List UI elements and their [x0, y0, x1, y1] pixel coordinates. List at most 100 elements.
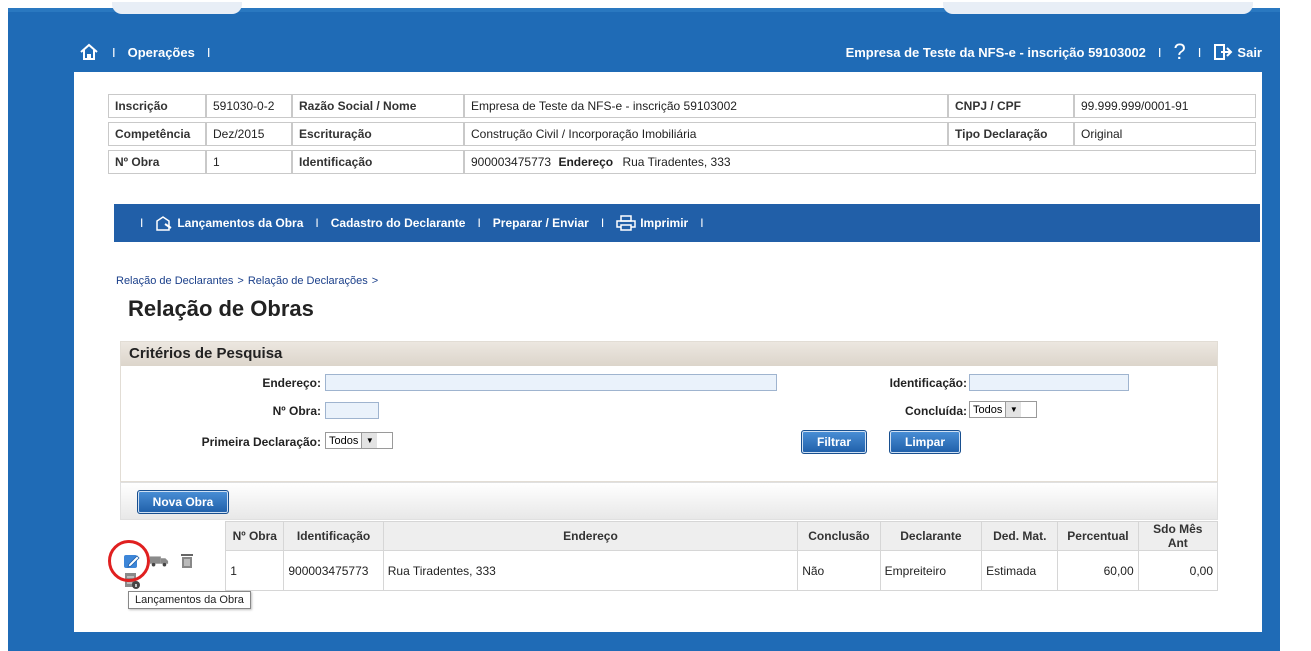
- info-label: CNPJ / CPF: [948, 94, 1074, 118]
- printer-icon: [616, 215, 636, 231]
- info-value: Empresa de Teste da NFS-e - inscrição 59…: [464, 94, 948, 118]
- truck-icon[interactable]: [149, 551, 169, 571]
- filtrar-button[interactable]: Filtrar: [801, 430, 867, 454]
- column-header[interactable]: Percentual: [1057, 521, 1139, 551]
- obras-table: Nº Obra Identificação Endereço Conclusão…: [120, 521, 1219, 591]
- cell-endereco: Rua Tiradentes, 333: [382, 550, 799, 591]
- secondary-navbar: I Lançamentos da Obra I Cadastro do Decl…: [114, 204, 1260, 242]
- edit-pencil-icon[interactable]: [122, 551, 142, 571]
- logout-link[interactable]: Sair: [1237, 45, 1262, 60]
- preparar-nav[interactable]: Preparar / Enviar: [493, 216, 589, 230]
- chevron-down-icon: ▼: [361, 433, 378, 448]
- cell-declarante: Empreiteiro: [879, 550, 983, 591]
- nav-separator: I: [1197, 44, 1202, 60]
- criteria-title: Critérios de Pesquisa: [121, 342, 1217, 366]
- search-criteria-panel: Critérios de Pesquisa Endereço: Identifi…: [120, 341, 1218, 482]
- row-actions: [120, 550, 226, 591]
- cell-identificacao: 900003475773: [283, 550, 384, 591]
- top-navbar: I Operações I Empresa de Teste da NFS-e …: [8, 32, 1280, 72]
- breadcrumb-separator: >: [371, 275, 379, 287]
- nav-separator: I: [477, 216, 481, 230]
- info-value: 900003475773 Endereço Rua Tiradentes, 33…: [464, 150, 1256, 174]
- cell-ded-mat: Estimada: [981, 550, 1059, 591]
- limpar-button[interactable]: Limpar: [889, 430, 961, 454]
- operacoes-menu[interactable]: Operações: [128, 45, 195, 60]
- logo-fragment-right: [943, 2, 1253, 14]
- endereco-input[interactable]: [325, 374, 777, 391]
- info-value: 1: [206, 150, 292, 174]
- company-name: Empresa de Teste da NFS-e - inscrição 59…: [845, 44, 1146, 60]
- nova-obra-button[interactable]: Nova Obra: [137, 490, 229, 514]
- user-area: Empresa de Teste da NFS-e - inscrição 59…: [846, 39, 1262, 65]
- identificacao-label: Identificação:: [889, 376, 967, 390]
- trash-icon[interactable]: [177, 551, 197, 571]
- cell-sdo-mes-ant: 0,00: [1137, 550, 1219, 591]
- concluida-select[interactable]: Todos ▼: [969, 401, 1037, 418]
- info-row: Nº Obra 1 Identificação 900003475773 End…: [108, 150, 1256, 174]
- tooltip: Lançamentos da Obra: [128, 591, 251, 609]
- nobra-input[interactable]: [325, 402, 379, 419]
- info-label: Razão Social / Nome: [292, 94, 464, 118]
- concluida-selected: Todos: [973, 403, 1003, 416]
- company-info-table: Inscrição 591030-0-2 Razão Social / Nome…: [108, 90, 1256, 178]
- column-header[interactable]: Ded. Mat.: [981, 521, 1059, 551]
- grid-toolbar: Nova Obra: [120, 482, 1218, 520]
- nav-separator: I: [206, 44, 211, 60]
- nav-separator: I: [315, 216, 319, 230]
- nav-separator: I: [700, 216, 704, 230]
- column-header[interactable]: Declarante: [879, 521, 983, 551]
- breadcrumb: Relação de Declarantes > Relação de Decl…: [116, 275, 378, 287]
- info-value: 99.999.999/0001-91: [1074, 94, 1256, 118]
- main-panel: Inscrição 591030-0-2 Razão Social / Nome…: [74, 72, 1262, 632]
- column-header[interactable]: Identificação: [283, 521, 384, 551]
- table-header-row: Nº Obra Identificação Endereço Conclusão…: [120, 521, 1219, 551]
- endereco-label: Endereço:: [262, 376, 321, 390]
- nav-separator: I: [1157, 44, 1162, 60]
- info-value: 591030-0-2: [206, 94, 292, 118]
- primeira-label: Primeira Declaração:: [201, 435, 321, 449]
- identificacao-input[interactable]: [969, 374, 1129, 391]
- concluida-label: Concluída:: [905, 404, 967, 418]
- lancamentos-nav[interactable]: Lançamentos da Obra: [155, 215, 303, 231]
- column-header[interactable]: Conclusão: [797, 521, 881, 551]
- home-icon[interactable]: [78, 41, 100, 63]
- info-value: Construção Civil / Incorporação Imobiliá…: [464, 122, 948, 146]
- column-header[interactable]: Sdo Mês Ant: [1137, 521, 1219, 551]
- identificacao-value: 900003475773: [471, 155, 552, 169]
- info-label: Competência: [108, 122, 206, 146]
- help-icon[interactable]: ?: [1174, 39, 1186, 65]
- breadcrumb-declaracoes[interactable]: Relação de Declarações: [248, 275, 368, 287]
- column-header[interactable]: Endereço: [382, 521, 799, 551]
- nav-separator: I: [140, 216, 144, 230]
- column-header[interactable]: Nº Obra: [225, 521, 285, 551]
- primeira-select[interactable]: Todos ▼: [325, 432, 393, 449]
- breadcrumb-declarantes[interactable]: Relação de Declarantes: [116, 275, 233, 287]
- cadastro-nav[interactable]: Cadastro do Declarante: [331, 216, 466, 230]
- table-row: 1 900003475773 Rua Tiradentes, 333 Não E…: [120, 550, 1219, 591]
- endereco-value: Rua Tiradentes, 333: [622, 155, 731, 169]
- info-row: Inscrição 591030-0-2 Razão Social / Nome…: [108, 94, 1256, 118]
- logout-icon[interactable]: [1213, 43, 1233, 61]
- logo-fragment: [112, 2, 242, 14]
- document-info-icon[interactable]: [122, 571, 142, 591]
- breadcrumb-separator: >: [237, 275, 244, 287]
- cell-conclusao: Não: [797, 550, 881, 591]
- actions-header: [120, 521, 226, 551]
- info-label: Inscrição: [108, 94, 206, 118]
- info-row: Competência Dez/2015 Escrituração Constr…: [108, 122, 1256, 146]
- endereco-label: Endereço: [558, 155, 614, 169]
- info-value: Original: [1074, 122, 1256, 146]
- imprimir-nav[interactable]: Imprimir: [616, 215, 688, 231]
- info-label: Identificação: [292, 150, 464, 174]
- cell-percentual: 60,00: [1057, 550, 1139, 591]
- page-title: Relação de Obras: [128, 296, 314, 321]
- building-icon: [156, 216, 172, 231]
- imprimir-label: Imprimir: [640, 216, 689, 230]
- cell-obra: 1: [225, 550, 285, 591]
- lancamentos-label: Lançamentos da Obra: [177, 216, 304, 230]
- nav-separator: I: [600, 216, 605, 230]
- info-label: Nº Obra: [108, 150, 206, 174]
- info-label: Escrituração: [292, 122, 464, 146]
- info-value: Dez/2015: [206, 122, 292, 146]
- app-frame: I Operações I Empresa de Teste da NFS-e …: [8, 2, 1280, 651]
